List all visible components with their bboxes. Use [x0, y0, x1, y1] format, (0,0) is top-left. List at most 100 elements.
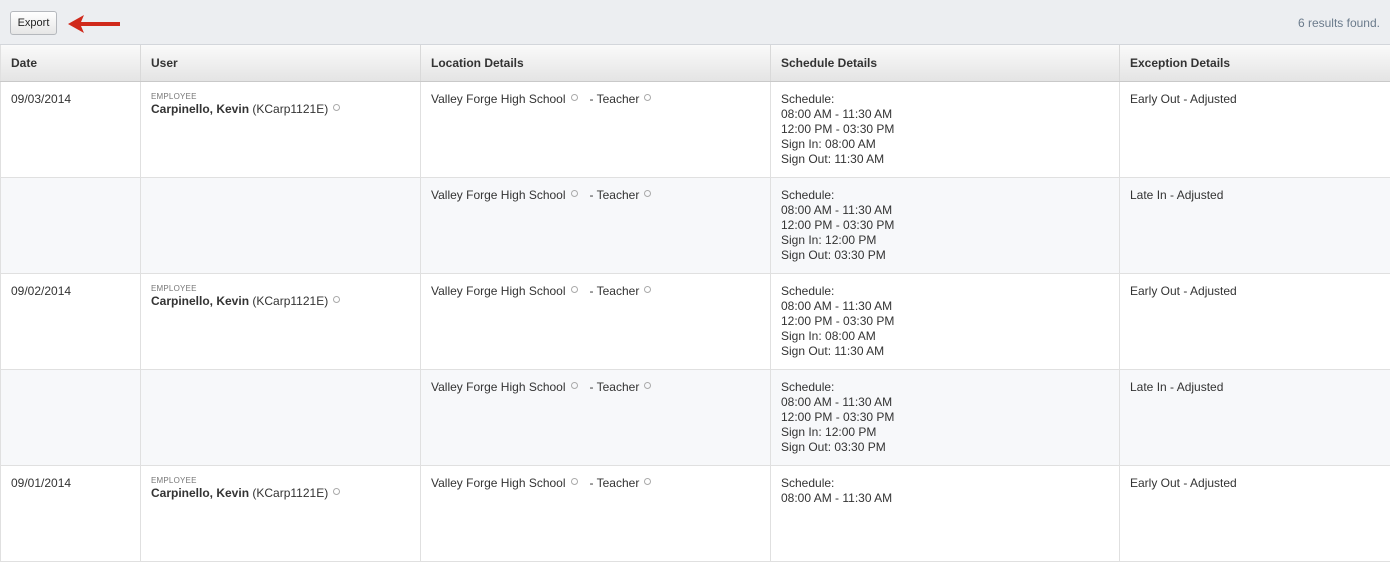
info-circle-icon[interactable] — [333, 104, 340, 111]
info-circle-icon[interactable] — [644, 94, 651, 101]
user-name[interactable]: Carpinello, Kevin — [151, 486, 249, 500]
location-cell: Valley Forge High School - Teacher — [421, 81, 771, 177]
schedule-line: 12:00 PM - 03:30 PM — [781, 410, 1109, 425]
location-name[interactable]: Valley Forge High School — [431, 92, 566, 106]
location-cell: Valley Forge High School - Teacher — [421, 177, 771, 273]
date-cell: 09/01/2014 — [1, 465, 141, 561]
date-value: 09/02/2014 — [11, 284, 71, 298]
info-circle-icon[interactable] — [644, 286, 651, 293]
schedule-cell: Schedule:08:00 AM - 11:30 AM — [771, 465, 1120, 561]
info-circle-icon[interactable] — [333, 296, 340, 303]
column-header-date[interactable]: Date — [1, 45, 141, 81]
info-circle-icon[interactable] — [644, 382, 651, 389]
user-name[interactable]: Carpinello, Kevin — [151, 294, 249, 308]
role-name[interactable]: - Teacher — [590, 284, 640, 298]
user-id: (KCarp1121E) — [252, 486, 328, 500]
schedule-line: Schedule: — [781, 188, 1109, 203]
user-cell: EMPLOYEECarpinello, Kevin (KCarp1121E) — [141, 81, 421, 177]
exception-value: Early Out - Adjusted — [1130, 92, 1237, 106]
schedule-line: Sign Out: 03:30 PM — [781, 248, 1109, 263]
schedule-line: Sign Out: 03:30 PM — [781, 440, 1109, 455]
location-name[interactable]: Valley Forge High School — [431, 284, 566, 298]
role-name[interactable]: - Teacher — [590, 476, 640, 490]
info-circle-icon[interactable] — [333, 488, 340, 495]
red-arrow-icon — [66, 12, 122, 36]
schedule-line: 12:00 PM - 03:30 PM — [781, 314, 1109, 329]
results-count: 6 results found. — [1298, 16, 1380, 30]
location-cell: Valley Forge High School - Teacher — [421, 465, 771, 561]
date-value: 09/03/2014 — [11, 92, 71, 106]
user-cell — [141, 369, 421, 465]
exception-cell: Early Out - Adjusted — [1120, 465, 1390, 561]
schedule-line: Sign Out: 11:30 AM — [781, 344, 1109, 359]
column-header-schedule-details[interactable]: Schedule Details — [771, 45, 1120, 81]
info-circle-icon[interactable] — [571, 478, 578, 485]
table-row: 09/03/2014 EMPLOYEECarpinello, Kevin (KCa… — [1, 81, 1390, 177]
table-row: 09/02/2014 EMPLOYEECarpinello, Kevin (KCa… — [1, 273, 1390, 369]
user-id: (KCarp1121E) — [252, 102, 328, 116]
user-id: (KCarp1121E) — [252, 294, 328, 308]
schedule-line: Sign In: 12:00 PM — [781, 233, 1109, 248]
role-name[interactable]: - Teacher — [590, 380, 640, 394]
date-cell: 09/02/2014 — [1, 273, 141, 369]
schedule-cell: Schedule:08:00 AM - 11:30 AM12:00 PM - 0… — [771, 177, 1120, 273]
user-line: Carpinello, Kevin (KCarp1121E) — [151, 486, 410, 501]
user-line: Carpinello, Kevin (KCarp1121E) — [151, 294, 410, 309]
export-button[interactable]: Export — [10, 11, 57, 35]
table-row: 09/01/2014 EMPLOYEECarpinello, Kevin (KCa… — [1, 465, 1390, 561]
date-value: 09/01/2014 — [11, 476, 71, 490]
exceptions-table: Date User Location Details Schedule Deta… — [0, 45, 1390, 562]
column-header-exception-details[interactable]: Exception Details — [1120, 45, 1390, 81]
exception-cell: Early Out - Adjusted — [1120, 273, 1390, 369]
schedule-line: 12:00 PM - 03:30 PM — [781, 218, 1109, 233]
user-type-label: EMPLOYEE — [151, 476, 410, 486]
user-name[interactable]: Carpinello, Kevin — [151, 102, 249, 116]
column-header-location-details[interactable]: Location Details — [421, 45, 771, 81]
schedule-line: Schedule: — [781, 92, 1109, 107]
schedule-line: 08:00 AM - 11:30 AM — [781, 299, 1109, 314]
info-circle-icon[interactable] — [644, 478, 651, 485]
role-name[interactable]: - Teacher — [590, 92, 640, 106]
schedule-line: Sign In: 08:00 AM — [781, 329, 1109, 344]
schedule-line: Sign In: 12:00 PM — [781, 425, 1109, 440]
info-circle-icon[interactable] — [571, 286, 578, 293]
exception-value: Early Out - Adjusted — [1130, 476, 1237, 490]
date-cell — [1, 369, 141, 465]
exception-value: Late In - Adjusted — [1130, 188, 1223, 202]
schedule-cell: Schedule:08:00 AM - 11:30 AM12:00 PM - 0… — [771, 273, 1120, 369]
schedule-line: Schedule: — [781, 380, 1109, 395]
user-cell: EMPLOYEECarpinello, Kevin (KCarp1121E) — [141, 273, 421, 369]
user-line: Carpinello, Kevin (KCarp1121E) — [151, 102, 410, 117]
exception-cell: Early Out - Adjusted — [1120, 81, 1390, 177]
schedule-cell: Schedule:08:00 AM - 11:30 AM12:00 PM - 0… — [771, 81, 1120, 177]
schedule-line: 08:00 AM - 11:30 AM — [781, 395, 1109, 410]
schedule-line: Sign Out: 11:30 AM — [781, 152, 1109, 167]
location-name[interactable]: Valley Forge High School — [431, 380, 566, 394]
role-name[interactable]: - Teacher — [590, 188, 640, 202]
user-cell — [141, 177, 421, 273]
info-circle-icon[interactable] — [571, 190, 578, 197]
user-type-label: EMPLOYEE — [151, 284, 410, 294]
info-circle-icon[interactable] — [571, 94, 578, 101]
location-cell: Valley Forge High School - Teacher — [421, 369, 771, 465]
info-circle-icon[interactable] — [571, 382, 578, 389]
table-header-row: Date User Location Details Schedule Deta… — [1, 45, 1390, 81]
schedule-line: Schedule: — [781, 284, 1109, 299]
exception-value: Late In - Adjusted — [1130, 380, 1223, 394]
date-cell: 09/03/2014 — [1, 81, 141, 177]
column-header-user[interactable]: User — [141, 45, 421, 81]
exception-value: Early Out - Adjusted — [1130, 284, 1237, 298]
location-name[interactable]: Valley Forge High School — [431, 476, 566, 490]
exception-cell: Late In - Adjusted — [1120, 369, 1390, 465]
exception-cell: Late In - Adjusted — [1120, 177, 1390, 273]
schedule-line: 08:00 AM - 11:30 AM — [781, 107, 1109, 122]
location-cell: Valley Forge High School - Teacher — [421, 273, 771, 369]
table-row: Valley Forge High School - Teacher Schedul… — [1, 177, 1390, 273]
toolbar: Export 6 results found. — [0, 0, 1390, 45]
user-type-label: EMPLOYEE — [151, 92, 410, 102]
date-cell — [1, 177, 141, 273]
info-circle-icon[interactable] — [644, 190, 651, 197]
schedule-line: 08:00 AM - 11:30 AM — [781, 491, 1109, 506]
schedule-line: 12:00 PM - 03:30 PM — [781, 122, 1109, 137]
location-name[interactable]: Valley Forge High School — [431, 188, 566, 202]
